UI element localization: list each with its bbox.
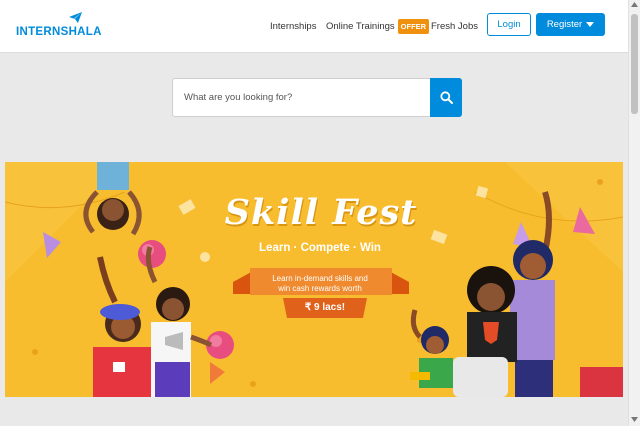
offer-badge: OFFER — [397, 18, 430, 34]
search-icon — [439, 91, 453, 104]
login-label: Login — [497, 19, 521, 30]
promo-line-2: win cash rewards worth — [278, 284, 362, 293]
login-button[interactable]: Login — [487, 13, 531, 36]
page-scrollbar[interactable] — [628, 0, 640, 426]
caret-down-icon — [586, 22, 595, 27]
promo-text: Learn in-demand skills and win cash rewa… — [260, 274, 380, 294]
nav-internships[interactable]: Internships — [270, 0, 316, 52]
scroll-down-icon[interactable] — [631, 417, 638, 422]
register-label: Register — [546, 19, 583, 30]
banner-title: Skill Fest — [224, 192, 418, 233]
promo-amount: ₹ 9 lacs! — [304, 302, 346, 313]
nav-fresh-jobs-label: Fresh Jobs — [431, 20, 478, 32]
banner-subtitle: Learn · Compete · Win — [259, 242, 381, 254]
search-button[interactable] — [430, 78, 462, 117]
search-box — [172, 78, 462, 117]
search-input[interactable] — [173, 79, 431, 116]
nav-online-trainings[interactable]: Online Trainings OFFER — [326, 0, 430, 52]
top-navbar: INTERNSHALA Internships Online Trainings… — [0, 0, 628, 53]
logo-text: INTERNSHALA — [16, 26, 102, 38]
scroll-up-icon[interactable] — [631, 2, 638, 7]
scrollbar-thumb[interactable] — [631, 14, 638, 114]
nav-fresh-jobs[interactable]: Fresh Jobs — [431, 0, 478, 52]
register-button[interactable]: Register — [536, 13, 605, 36]
nav-internships-label: Internships — [270, 20, 317, 32]
promo-line-1: Learn in-demand skills and — [272, 274, 368, 283]
skill-fest-banner[interactable]: Skill Fest Learn · Compete · Win Learn i… — [5, 162, 623, 397]
internshala-logo[interactable]: INTERNSHALA — [16, 12, 102, 38]
nav-online-trainings-label: Online Trainings — [326, 20, 395, 32]
paper-plane-icon — [69, 12, 82, 23]
